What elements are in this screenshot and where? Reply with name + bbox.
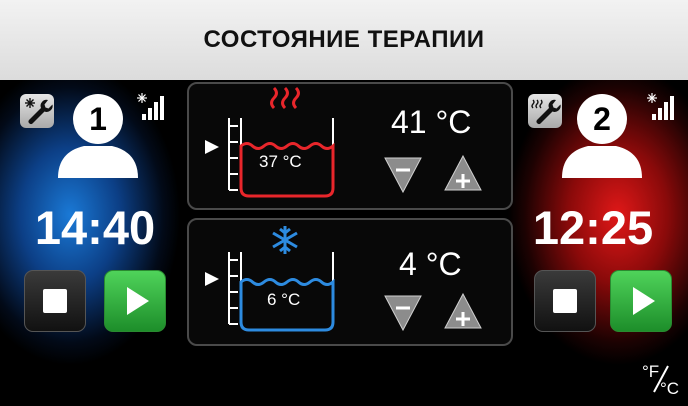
level-pointer-icon	[205, 272, 219, 286]
therapy-2-play-button[interactable]	[610, 270, 672, 332]
therapy-1-play-button[interactable]	[104, 270, 166, 332]
therapy-screen: 1 14:40 2 12:25 37 °C 41 °C 6 °C 4 °C °F…	[0, 80, 688, 406]
snowflake-icon	[272, 226, 298, 254]
hot-decrease-button[interactable]	[383, 154, 423, 194]
heat-waves-icon	[270, 86, 300, 110]
therapy-2-time: 12:25	[532, 201, 654, 254]
therapy-2-panel: 2 12:25	[498, 80, 688, 406]
therapy-2-stop-button[interactable]	[534, 270, 596, 332]
hot-water-temperature: 37 °C	[259, 152, 302, 171]
page-title: СОСТОЯНИЕ ТЕРАПИИ	[203, 26, 485, 53]
snowflake-wrench-icon[interactable]	[20, 94, 54, 128]
patient-1-avatar: 1	[58, 94, 138, 178]
hot-tank-panel: 37 °C 41 °C	[187, 82, 513, 210]
cold-increase-button[interactable]	[443, 292, 483, 332]
temperature-unit-toggle[interactable]: °F °C	[640, 360, 684, 396]
cold-water-temperature: 6 °C	[267, 290, 301, 309]
fahrenheit-label: °F	[642, 362, 659, 381]
channel-number-1: 1	[89, 101, 107, 137]
therapy-1-panel: 1 14:40	[0, 80, 190, 406]
cold-tank-panel: 6 °C 4 °C	[187, 218, 513, 346]
celsius-label: °C	[660, 379, 679, 396]
signal-strength-icon	[137, 93, 164, 120]
cold-decrease-button[interactable]	[383, 292, 423, 332]
header-bar: СОСТОЯНИЕ ТЕРАПИИ	[0, 0, 688, 80]
heat-wrench-icon[interactable]	[528, 94, 562, 128]
cold-set-temperature: 4 °C	[399, 246, 462, 282]
therapy-1-time: 14:40	[34, 201, 156, 254]
hot-increase-button[interactable]	[443, 154, 483, 194]
hot-set-temperature: 41 °C	[391, 104, 472, 140]
level-pointer-icon	[205, 140, 219, 154]
therapy-1-stop-button[interactable]	[24, 270, 86, 332]
channel-number-2: 2	[593, 101, 611, 137]
patient-2-avatar: 2	[562, 94, 642, 178]
signal-strength-icon	[647, 93, 674, 120]
